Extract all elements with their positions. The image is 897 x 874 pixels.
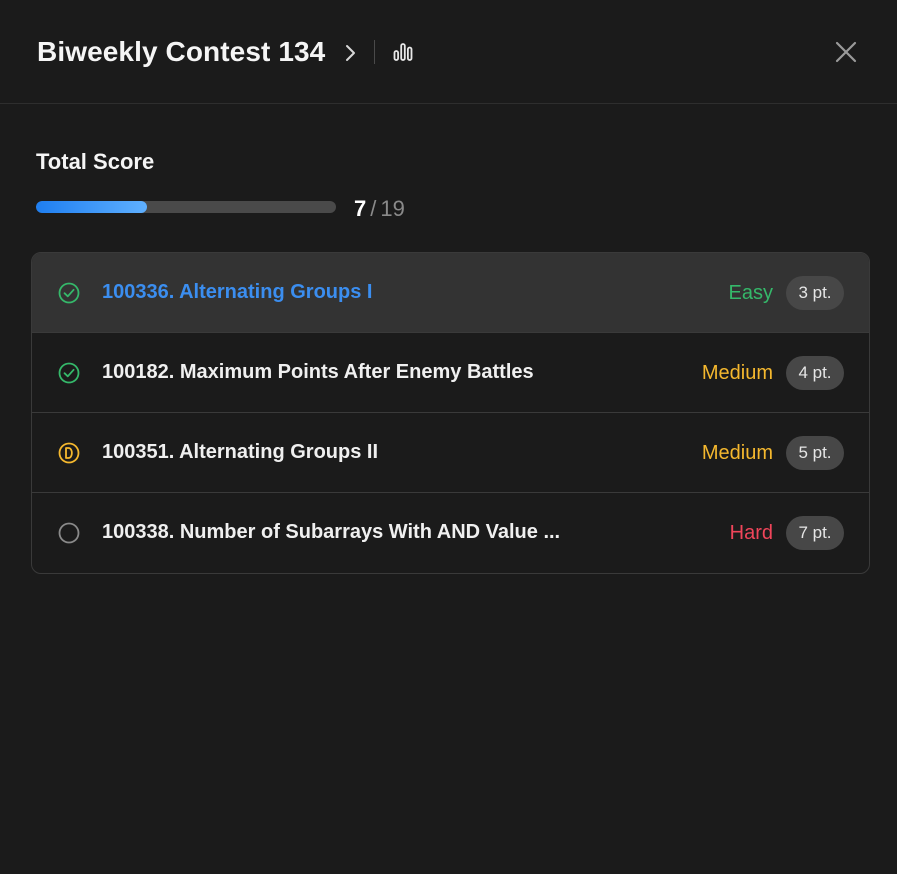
check-circle-icon	[58, 282, 80, 304]
points-badge: 3 pt.	[786, 276, 844, 310]
difficulty-label: Hard	[729, 522, 773, 544]
problem-row[interactable]: 100336. Alternating Groups I Easy 3 pt.	[32, 253, 869, 333]
problem-title[interactable]: 100338. Number of Subarrays With AND Val…	[102, 521, 560, 544]
close-icon[interactable]	[834, 40, 858, 64]
problem-row[interactable]: 100351. Alternating Groups II Medium 5 p…	[32, 413, 869, 493]
contest-panel: Biweekly Contest 134 Total Score 7/19 10…	[0, 0, 897, 874]
points-badge: 4 pt.	[786, 356, 844, 390]
total-score-label: Total Score	[36, 149, 155, 174]
bar-chart-icon[interactable]	[393, 42, 413, 62]
score-separator: /	[370, 196, 377, 221]
points-badge: 7 pt.	[786, 516, 844, 550]
header-divider	[374, 40, 375, 64]
contest-title[interactable]: Biweekly Contest 134	[37, 36, 325, 68]
problem-list: 100336. Alternating Groups I Easy 3 pt. …	[31, 252, 870, 574]
score-progress-bar	[36, 201, 336, 213]
problem-title[interactable]: 100351. Alternating Groups II	[102, 441, 378, 464]
attempted-circle-icon	[58, 442, 80, 464]
score-value: 7/19	[354, 196, 405, 222]
check-circle-icon	[58, 362, 80, 384]
score-current: 7	[354, 196, 367, 221]
difficulty-label: Medium	[701, 442, 773, 464]
problem-title[interactable]: 100182. Maximum Points After Enemy Battl…	[102, 361, 534, 384]
problem-title[interactable]: 100336. Alternating Groups I	[102, 281, 372, 304]
difficulty-label: Easy	[728, 282, 773, 304]
chevron-right-icon[interactable]	[343, 43, 359, 63]
points-badge: 5 pt.	[786, 436, 844, 470]
problem-row[interactable]: 100338. Number of Subarrays With AND Val…	[32, 493, 869, 573]
score-progress-fill	[36, 201, 147, 213]
problem-row[interactable]: 100182. Maximum Points After Enemy Battl…	[32, 333, 869, 413]
empty-circle-icon	[58, 522, 80, 544]
difficulty-label: Medium	[701, 362, 773, 384]
score-total: 19	[380, 196, 405, 221]
panel-header: Biweekly Contest 134	[0, 0, 897, 104]
